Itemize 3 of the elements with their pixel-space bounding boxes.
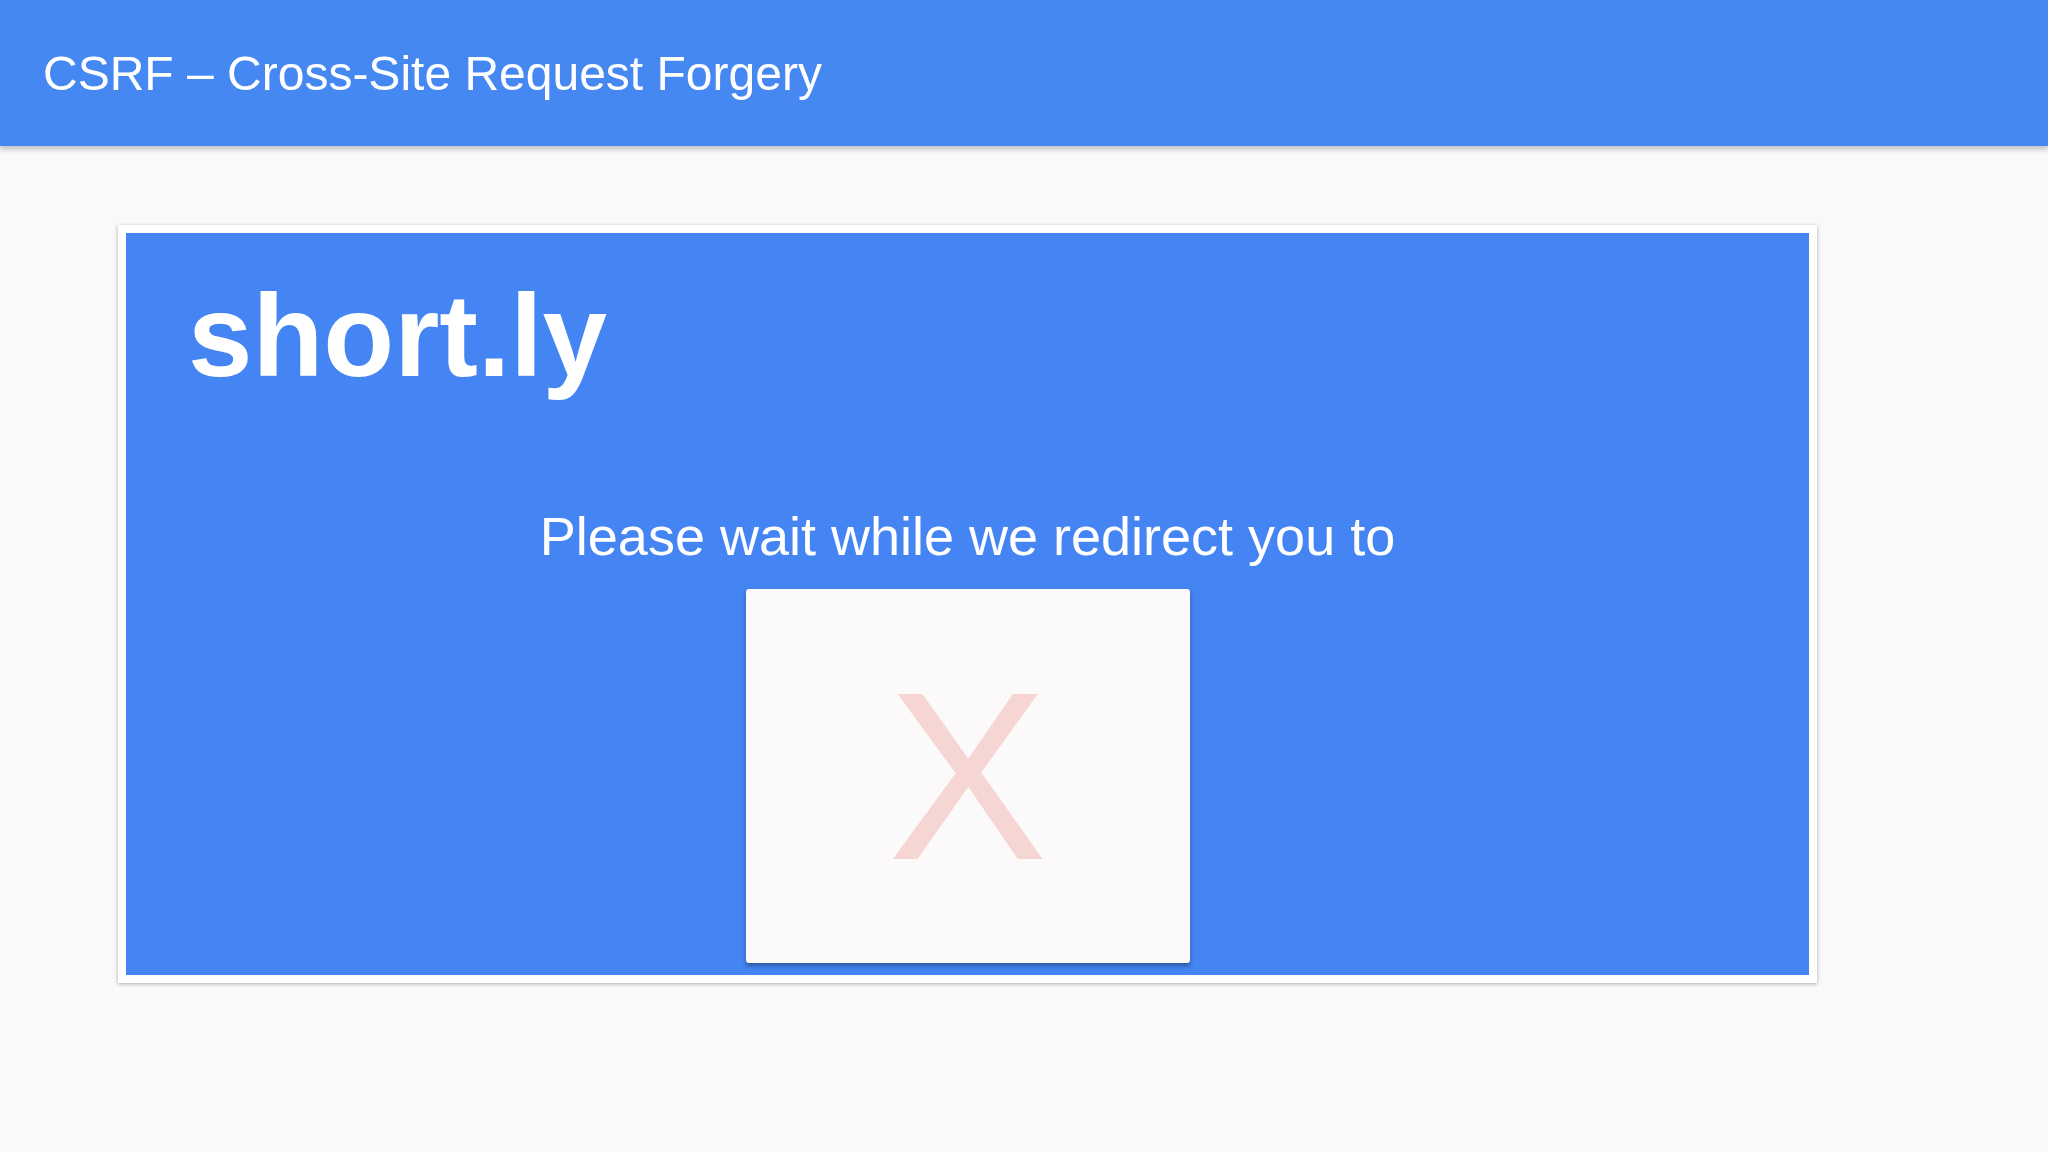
redirect-message: Please wait while we redirect you to (539, 504, 1396, 567)
slide-title: CSRF – Cross-Site Request Forgery (43, 45, 822, 101)
site-logo: short.ly (188, 273, 608, 401)
